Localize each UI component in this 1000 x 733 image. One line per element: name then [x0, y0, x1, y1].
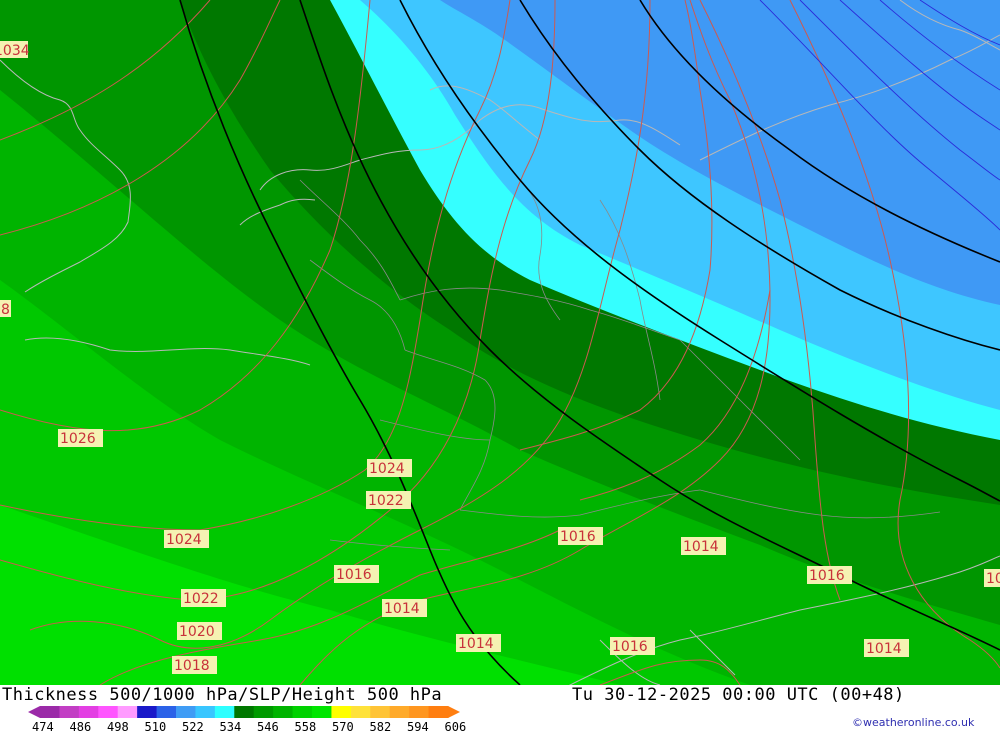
slp-label-1014: 1014 [864, 639, 909, 657]
slp-label-1022: 1022 [366, 491, 411, 509]
legend-tip-right [448, 706, 460, 718]
slp-label-edge-10: 10 [984, 569, 1000, 587]
legend-swatch [214, 706, 235, 718]
svg-text:1014: 1014 [683, 539, 719, 555]
svg-text:1014: 1014 [866, 641, 902, 657]
legend-tick-label: 510 [145, 720, 167, 733]
legend-swatch [428, 706, 449, 718]
svg-text:1018: 1018 [174, 658, 210, 674]
slp-label-1024: 1024 [164, 530, 209, 548]
slp-label-1034: 1034 [0, 41, 30, 59]
legend-swatch [370, 706, 391, 718]
slp-label-1014: 1014 [382, 599, 427, 617]
legend-tick-label: 606 [445, 720, 467, 733]
legend-swatch [409, 706, 430, 718]
legend-swatch [156, 706, 177, 718]
slp-label-1014: 1014 [681, 537, 726, 555]
svg-text:1016: 1016 [336, 567, 372, 583]
site-credit: ©weatheronline.co.uk [852, 716, 975, 729]
legend-tick-label: 546 [257, 720, 279, 733]
legend-swatch [117, 706, 138, 718]
svg-text:1016: 1016 [809, 568, 845, 584]
legend-swatch [234, 706, 255, 718]
legend-swatch [59, 706, 80, 718]
legend-swatch [292, 706, 313, 718]
slp-label-1016: 1016 [610, 637, 655, 655]
color-legend: 474 486 498 510 522 534 546 558 570 582 594 606 [28, 706, 467, 733]
legend-tick-label: 498 [107, 720, 129, 733]
svg-text:1016: 1016 [612, 639, 648, 655]
svg-text:1024: 1024 [369, 461, 405, 477]
legend-swatch [78, 706, 99, 718]
slp-label-1016: 1016 [807, 566, 852, 584]
slp-label-1016: 1016 [558, 527, 603, 545]
svg-text:8: 8 [1, 302, 10, 318]
legend-swatch [389, 706, 410, 718]
svg-text:1026: 1026 [60, 431, 96, 447]
legend-swatch [137, 706, 158, 718]
svg-text:10: 10 [986, 571, 1000, 587]
legend-swatch [253, 706, 274, 718]
svg-text:1022: 1022 [183, 591, 219, 607]
legend-tip-left [28, 706, 40, 718]
valid-time: Tu 30-12-2025 00:00 UTC (00+48) [572, 685, 905, 705]
legend-tick-label: 522 [182, 720, 204, 733]
legend-tick-label: 474 [32, 720, 54, 733]
svg-text:1014: 1014 [384, 601, 420, 617]
svg-text:1014: 1014 [458, 636, 494, 652]
legend-swatch [40, 706, 60, 718]
svg-text:1022: 1022 [368, 493, 404, 509]
svg-text:1024: 1024 [166, 532, 202, 548]
map-footer: Thickness 500/1000 hPa/SLP/Height 500 hP… [0, 685, 1000, 733]
legend-swatch [312, 706, 332, 718]
legend-tick-label: 570 [332, 720, 354, 733]
legend-swatch [350, 706, 371, 718]
legend-tick-label: 486 [70, 720, 92, 733]
slp-label-1026: 1026 [58, 429, 103, 447]
slp-label-1018: 1018 [172, 656, 217, 674]
legend-swatch [273, 706, 294, 718]
legend-tick-label: 558 [295, 720, 317, 733]
map-title: Thickness 500/1000 hPa/SLP/Height 500 hP… [2, 685, 443, 705]
legend-tick-label: 582 [370, 720, 392, 733]
legend-swatch [195, 706, 216, 718]
legend-tick-label: 534 [220, 720, 242, 733]
slp-label-edge-8: 8 [0, 300, 11, 318]
legend-tick-label: 594 [407, 720, 429, 733]
svg-text:1034: 1034 [0, 43, 30, 59]
svg-text:1020: 1020 [179, 624, 215, 640]
legend-swatch [176, 706, 196, 718]
slp-label-1020: 1020 [177, 622, 222, 640]
slp-label-1016: 1016 [334, 565, 379, 583]
legend-swatch [98, 706, 119, 718]
slp-label-1024: 1024 [367, 459, 412, 477]
slp-label-1022: 1022 [181, 589, 226, 607]
slp-label-1014: 1014 [456, 634, 501, 652]
svg-text:1016: 1016 [560, 529, 596, 545]
weather-map: 1034 8 1026 1024 1024 1022 1022 1020 101… [0, 0, 1000, 685]
legend-swatch [331, 706, 352, 718]
